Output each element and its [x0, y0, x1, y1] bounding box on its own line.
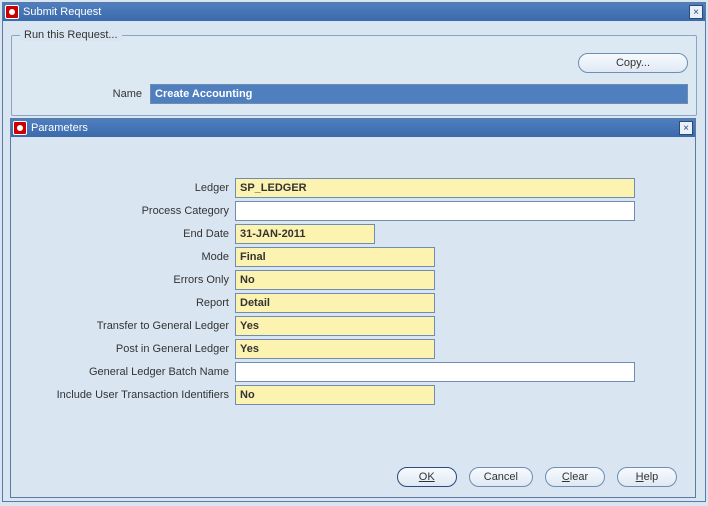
- ledger-field[interactable]: [235, 178, 635, 198]
- parameters-title: Parameters: [31, 122, 679, 134]
- parameters-body: Ledger Process Category End Date Mode Er…: [11, 137, 695, 414]
- parameters-button-bar: OK Cancel Clear Help: [397, 467, 677, 487]
- batch-name-field[interactable]: [235, 362, 635, 382]
- name-label: Name: [20, 88, 150, 100]
- process-category-field[interactable]: [235, 201, 635, 221]
- parameters-window: Parameters × Ledger Process Category End…: [10, 118, 696, 498]
- submit-request-body: Run this Request... Copy... Name: [3, 21, 705, 132]
- ledger-label: Ledger: [17, 182, 235, 194]
- report-field[interactable]: [235, 293, 435, 313]
- include-uti-field[interactable]: [235, 385, 435, 405]
- oracle-icon: [5, 5, 19, 19]
- parameters-close-icon[interactable]: ×: [679, 121, 693, 135]
- name-field[interactable]: [150, 84, 688, 104]
- parameters-titlebar: Parameters ×: [11, 119, 695, 137]
- errors-only-field[interactable]: [235, 270, 435, 290]
- batch-name-label: General Ledger Batch Name: [17, 366, 235, 378]
- copy-button[interactable]: Copy...: [578, 53, 688, 73]
- end-date-field[interactable]: [235, 224, 375, 244]
- process-category-label: Process Category: [17, 205, 235, 217]
- transfer-gl-label: Transfer to General Ledger: [17, 320, 235, 332]
- report-label: Report: [17, 297, 235, 309]
- post-gl-field[interactable]: [235, 339, 435, 359]
- clear-button[interactable]: Clear: [545, 467, 605, 487]
- submit-request-close-icon[interactable]: ×: [689, 5, 703, 19]
- errors-only-label: Errors Only: [17, 274, 235, 286]
- ok-button-label: OK: [419, 471, 435, 483]
- ok-button[interactable]: OK: [397, 467, 457, 487]
- mode-field[interactable]: [235, 247, 435, 267]
- end-date-label: End Date: [17, 228, 235, 240]
- cancel-button[interactable]: Cancel: [469, 467, 533, 487]
- run-request-group: Run this Request... Copy... Name: [11, 29, 697, 116]
- help-button[interactable]: Help: [617, 467, 677, 487]
- submit-request-title: Submit Request: [23, 6, 689, 18]
- oracle-icon: [13, 121, 27, 135]
- submit-request-titlebar: Submit Request ×: [3, 3, 705, 21]
- mode-label: Mode: [17, 251, 235, 263]
- transfer-gl-field[interactable]: [235, 316, 435, 336]
- include-uti-label: Include User Transaction Identifiers: [17, 389, 235, 401]
- run-request-legend: Run this Request...: [20, 29, 122, 41]
- post-gl-label: Post in General Ledger: [17, 343, 235, 355]
